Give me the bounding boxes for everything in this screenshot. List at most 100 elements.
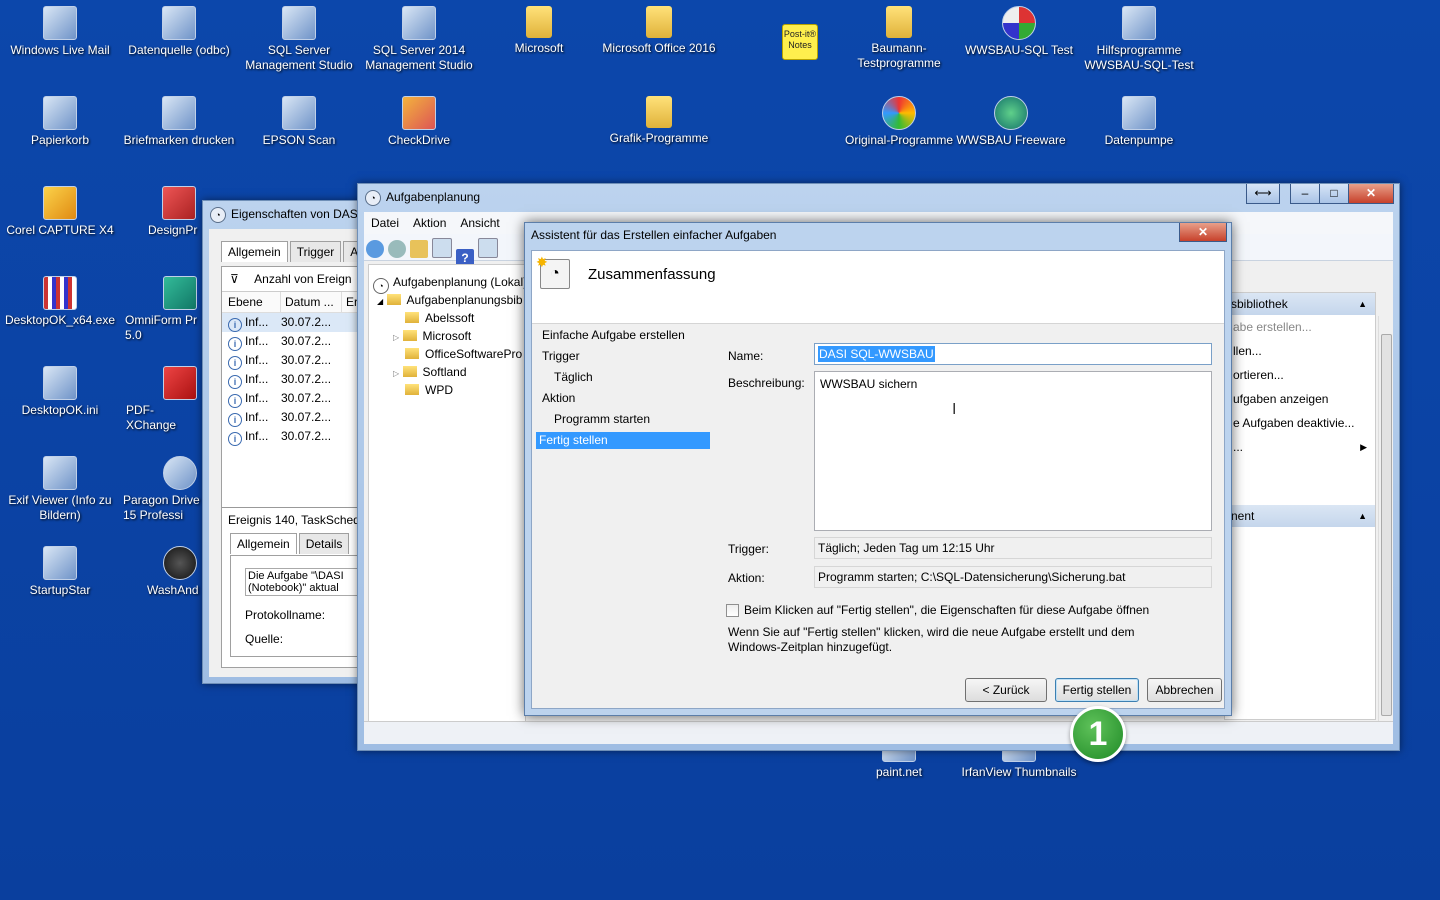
maximize-button[interactable]: □	[1319, 184, 1349, 204]
tree-item-softland[interactable]: ▷ Softland	[369, 363, 525, 381]
action-pane-header-element[interactable]: nent ▲	[1225, 505, 1375, 527]
desktop-icon-windows-live-mail[interactable]: Windows Live Mail	[1, 6, 119, 58]
table-row[interactable]: i Inf... 30.07.2...	[222, 313, 374, 332]
table-row[interactable]: i Inf... 30.07.2...	[222, 427, 374, 446]
desktop-icon-microsoft[interactable]: Microsoft	[480, 6, 598, 56]
expand-arrow-icon[interactable]: ▷	[393, 369, 399, 378]
action-create[interactable]: llen...	[1225, 339, 1375, 363]
desktop-icon-grafik[interactable]: Grafik-Programme	[600, 96, 718, 146]
collapse-arrow-icon: ◢	[377, 297, 384, 306]
text-cursor-icon: I	[952, 401, 957, 418]
recycle-bin-icon	[43, 96, 77, 130]
desktop-icon-corel-capture[interactable]: Corel CAPTURE X4	[1, 186, 119, 238]
tree-item-microsoft[interactable]: ▷ Microsoft	[369, 327, 525, 345]
info-icon: i	[228, 432, 242, 446]
clock-icon: ◔	[210, 207, 226, 223]
event-filter-bar: ⊽ Anzahl von Ereign	[222, 267, 374, 292]
finish-info-text: Wenn Sie auf "Fertig stellen" klicken, w…	[728, 625, 1135, 654]
tree-item-officesoftwarepro[interactable]: OfficeSoftwarePro	[369, 345, 525, 363]
forward-arrow-icon[interactable]	[388, 240, 406, 258]
menu-datei[interactable]: Datei	[364, 212, 406, 234]
desktop-icon-desktopok-ini[interactable]: DesktopOK.ini	[1, 366, 119, 418]
tree-root[interactable]: ◔ Aufgabenplanung (Lokal)	[369, 273, 525, 294]
tree-item-abelssoft[interactable]: Abelssoft	[369, 309, 525, 327]
desktop-icon-ssms-2014[interactable]: SQL Server 2014 Management Studio	[360, 6, 478, 73]
expand-arrow-icon[interactable]: ▷	[393, 333, 399, 342]
folder-icon	[402, 366, 417, 377]
properties-titlebar: ◔ Eigenschaften von DASI	[203, 201, 373, 227]
clock-icon: ◔	[365, 190, 381, 206]
desktop-icon-omniform[interactable]: OmniForm Pr 5.0	[120, 276, 204, 343]
desktop-icon-designpro[interactable]: DesignPr	[120, 186, 204, 238]
table-row[interactable]: i Inf... 30.07.2...	[222, 408, 374, 427]
filter-icon: ⊽	[230, 272, 239, 286]
menu-aktion[interactable]: Aktion	[406, 212, 453, 234]
grid-icon	[43, 276, 77, 310]
tree-item-wpd[interactable]: WPD	[369, 381, 525, 399]
action-import[interactable]: ortieren...	[1225, 363, 1375, 387]
back-arrow-icon[interactable]	[366, 240, 384, 258]
action-view[interactable]: ... ▶	[1225, 435, 1375, 459]
desktop-icon-baumann[interactable]: Baumann-Testprogramme	[840, 6, 958, 71]
show-tree-icon[interactable]	[432, 238, 452, 258]
table-row[interactable]: i Inf... 30.07.2...	[222, 332, 374, 351]
desktop-icon-desktopok-exe[interactable]: DesktopOK_x64.exe	[1, 276, 119, 328]
collapse-up-icon[interactable]: ▲	[1358, 505, 1367, 527]
wizard-close-button[interactable]: ✕	[1179, 223, 1227, 242]
desktop-icon-datenpumpe[interactable]: Datenpumpe	[1080, 96, 1198, 148]
wizard-heading: Zusammenfassung	[588, 266, 716, 283]
column-datum[interactable]: Datum ...	[280, 292, 341, 312]
desktop-icon-hilfsprogramme[interactable]: Hilfsprogramme WWSBAU-SQL-Test	[1080, 6, 1198, 73]
action-show-tasks[interactable]: ufgaben anzeigen	[1225, 387, 1375, 411]
open-properties-checkbox[interactable]	[726, 604, 739, 617]
desktop-icon-wwsbau-freeware[interactable]: WWSBAU Freeware	[952, 96, 1070, 148]
snap-button[interactable]: ⟷	[1246, 184, 1280, 204]
tab-detail-details[interactable]: Details	[298, 533, 350, 554]
desktop-icon-paragon[interactable]: Paragon Drive 15 Professi	[120, 456, 204, 523]
menu-ansicht[interactable]: Ansicht	[453, 212, 506, 234]
column-ebene[interactable]: Ebene	[222, 292, 280, 312]
pie-chart-icon	[1002, 6, 1036, 40]
tab-detail-allgemein[interactable]: Allgemein	[230, 533, 297, 554]
desktop-icon-checkdrive[interactable]: CheckDrive	[360, 96, 478, 148]
tab-allgemein[interactable]: Allgemein	[221, 241, 288, 262]
tab-trigger[interactable]: Trigger	[289, 241, 342, 262]
collapse-up-icon[interactable]: ▲	[1358, 293, 1367, 315]
desktop-icon-epson-scan[interactable]: EPSON Scan	[240, 96, 358, 148]
minimize-button[interactable]: –	[1290, 184, 1320, 204]
description-field[interactable]: WWSBAU sichern	[814, 371, 1212, 531]
desktop-icon-ssms[interactable]: SQL Server Management Studio	[240, 6, 358, 73]
desktop-icon-papierkorb[interactable]: Papierkorb	[1, 96, 119, 148]
folder-icon	[646, 6, 672, 38]
desktop-icon-pdf-xchange[interactable]: PDF-XChange	[120, 366, 204, 433]
desktop-icon-wwsbau-sql-test[interactable]: WWSBAU-SQL Test	[960, 6, 1078, 58]
column-ereignis[interactable]: Er	[341, 292, 358, 312]
show-action-pane-icon[interactable]	[478, 238, 498, 258]
table-row[interactable]: i Inf... 30.07.2...	[222, 351, 374, 370]
action-pane-header-library[interactable]: sbibliothek ▲	[1225, 293, 1375, 315]
desktop-icon-office-2016[interactable]: Microsoft Office 2016	[600, 6, 718, 56]
name-field[interactable]: DASI SQL-WWSBAU	[814, 343, 1212, 365]
action-create-task[interactable]: abe erstellen...	[1225, 315, 1375, 339]
desktop-icon-original[interactable]: Original-Programme	[840, 96, 958, 148]
desktop-icon-washandgo[interactable]: WashAnd	[120, 546, 204, 598]
desktop-icon-briefmarken[interactable]: Briefmarken drucken	[120, 96, 238, 148]
action-pane-scrollbar[interactable]	[1378, 316, 1393, 742]
table-row[interactable]: i Inf... 30.07.2...	[222, 389, 374, 408]
close-button[interactable]: ✕	[1348, 184, 1394, 204]
design-icon	[162, 186, 196, 220]
cancel-button[interactable]: Abbrechen	[1147, 678, 1222, 702]
wizard-step-start-program: Programm starten	[554, 412, 651, 426]
table-row[interactable]: i Inf... 30.07.2...	[222, 370, 374, 389]
status-bar	[364, 721, 1393, 744]
desktop-icon-datenquelle[interactable]: Datenquelle (odbc)	[120, 6, 238, 58]
tree-library[interactable]: ◢ Aufgabenplanungsbib	[369, 291, 525, 309]
finish-button[interactable]: Fertig stellen	[1055, 678, 1139, 702]
action-disable-history[interactable]: e Aufgaben deaktivie...	[1225, 411, 1375, 435]
open-properties-label[interactable]: Beim Klicken auf "Fertig stellen", die E…	[744, 603, 1149, 617]
desktop-icon-exif-viewer[interactable]: Exif Viewer (Info zu Bildern)	[1, 456, 119, 523]
folder-up-icon[interactable]	[410, 240, 428, 258]
desktop-icon-startupstar[interactable]: StartupStar	[1, 546, 119, 598]
wizard-step-action: Aktion	[542, 391, 576, 405]
back-button[interactable]: < Zurück	[965, 678, 1047, 702]
